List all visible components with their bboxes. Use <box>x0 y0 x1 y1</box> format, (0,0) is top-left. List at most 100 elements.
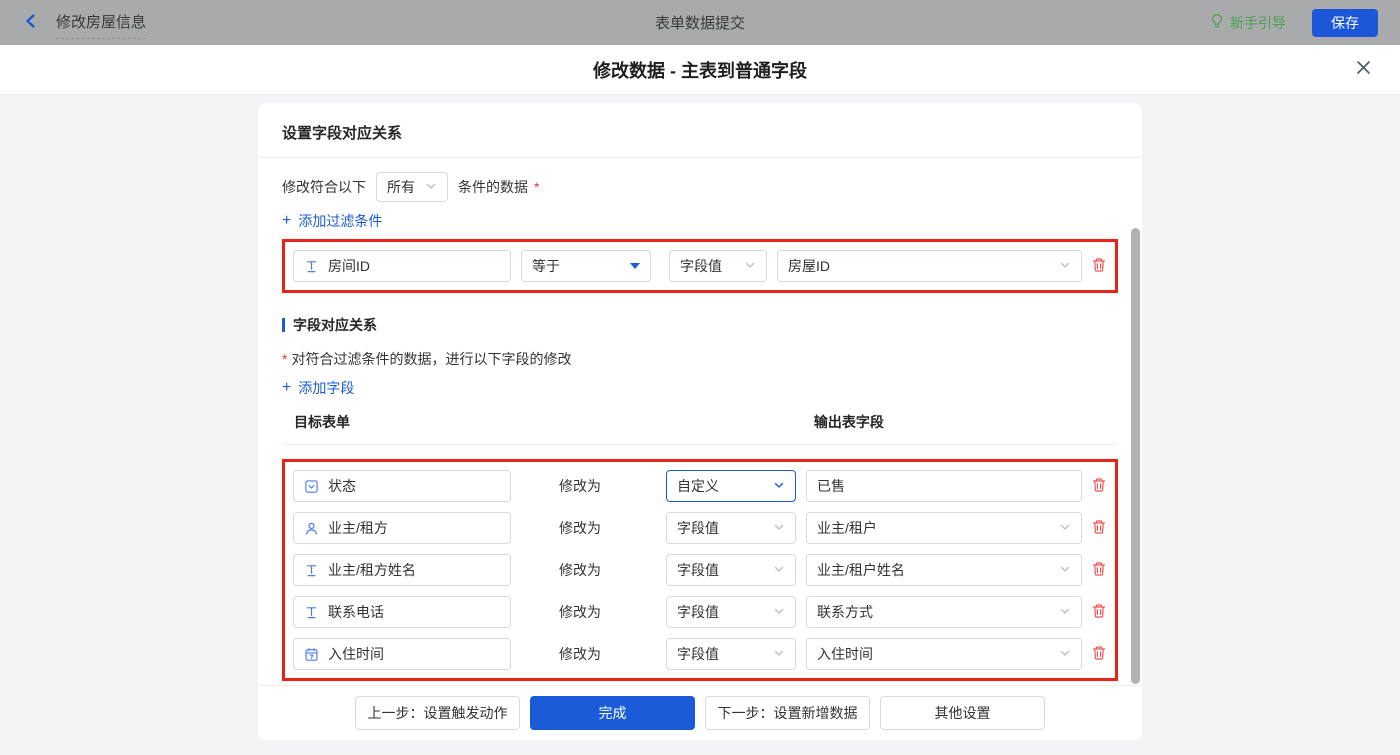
output-field-select[interactable]: 业主/租户姓名 <box>806 554 1082 586</box>
other-settings-button[interactable]: 其他设置 <box>880 696 1045 730</box>
delete-row-button[interactable] <box>1091 561 1107 580</box>
mapping-row: 业主/租方姓名 修改为 字段值 业主/租户姓名 <box>293 554 1107 586</box>
beginner-guide-label: 新手引导 <box>1230 13 1286 33</box>
done-button[interactable]: 完成 <box>530 696 695 730</box>
target-field-label: 业主/租方姓名 <box>328 560 416 580</box>
card-section-title: 设置字段对应关系 <box>258 103 1142 158</box>
text-field-icon <box>304 563 319 578</box>
chevron-down-icon <box>773 604 785 620</box>
mapping-highlight-box: 状态 修改为 自定义 已售 <box>282 459 1118 681</box>
delete-row-button[interactable] <box>1091 477 1107 496</box>
chevron-down-icon <box>1059 604 1071 620</box>
mapping-section-header: 字段对应关系 <box>282 315 1118 335</box>
trash-icon <box>1091 477 1107 496</box>
chevron-down-icon <box>773 478 785 494</box>
mapping-row: 联系电话 修改为 字段值 联系方式 <box>293 596 1107 628</box>
scrollbar-thumb[interactable] <box>1131 228 1140 684</box>
required-mark: * <box>534 179 539 195</box>
top-navbar: 修改房屋信息 表单数据提交 新手引导 保存 <box>0 0 1400 45</box>
match-suffix-label: 条件的数据 <box>458 177 528 197</box>
output-field-select[interactable]: 入住时间 <box>806 638 1082 670</box>
modify-to-label: 修改为 <box>559 644 601 664</box>
target-field-box[interactable]: 入住时间 <box>293 638 511 670</box>
save-button[interactable]: 保存 <box>1312 9 1378 37</box>
delete-condition-button[interactable] <box>1091 257 1107 276</box>
filter-value-type-select[interactable]: 字段值 <box>669 250 767 282</box>
value-type-select[interactable]: 字段值 <box>666 638 796 670</box>
value-type-select[interactable]: 自定义 <box>666 470 796 502</box>
chevron-down-icon <box>744 258 756 274</box>
target-field-box[interactable]: 业主/租方姓名 <box>293 554 511 586</box>
value-type-select[interactable]: 字段值 <box>666 512 796 544</box>
back-button[interactable] <box>22 12 40 33</box>
caret-down-icon <box>630 263 640 269</box>
chevron-down-icon <box>425 179 437 195</box>
chevron-down-icon <box>1059 258 1071 274</box>
modify-to-label: 修改为 <box>559 560 601 580</box>
text-field-icon <box>304 605 319 620</box>
prev-step-button[interactable]: 上一步：设置触发动作 <box>355 696 520 730</box>
match-condition-row: 修改符合以下 所有 条件的数据 * <box>282 172 1118 202</box>
output-field-select[interactable]: 业主/租户 <box>806 512 1082 544</box>
plus-icon: + <box>282 213 291 229</box>
match-type-select[interactable]: 所有 <box>376 172 448 202</box>
page-title: 表单数据提交 <box>655 12 745 33</box>
flow-title[interactable]: 修改房屋信息 <box>56 13 146 39</box>
trash-icon <box>1091 519 1107 538</box>
target-field-box[interactable]: 业主/租方 <box>293 512 511 544</box>
output-field-select[interactable]: 联系方式 <box>806 596 1082 628</box>
plus-icon: + <box>282 380 291 396</box>
card-footer: 上一步：设置触发动作 完成 下一步：设置新增数据 其他设置 <box>258 685 1142 740</box>
mapping-column-headers: 目标表单 输出表字段 <box>282 412 1118 445</box>
trash-icon <box>1091 603 1107 622</box>
close-button[interactable] <box>1352 58 1374 80</box>
required-mark: * <box>282 351 287 367</box>
mapping-description: *对符合过滤条件的数据，进行以下字段的修改 <box>282 349 1118 369</box>
filter-condition-row: 房间ID 等于 字段值 房屋ID <box>293 250 1107 282</box>
mapping-row: 业主/租方 修改为 字段值 业主/租户 <box>293 512 1107 544</box>
delete-row-button[interactable] <box>1091 603 1107 622</box>
operator-select[interactable]: 等于 <box>521 250 651 282</box>
chevron-down-icon <box>773 646 785 662</box>
modify-to-label: 修改为 <box>559 602 601 622</box>
person-icon <box>304 521 319 536</box>
beginner-guide-link[interactable]: 新手引导 <box>1209 13 1286 33</box>
target-field-box[interactable]: 联系电话 <box>293 596 511 628</box>
filter-field-label: 房间ID <box>328 256 370 276</box>
close-icon <box>1355 59 1372 79</box>
chevron-down-icon <box>773 562 785 578</box>
target-field-label: 入住时间 <box>328 644 384 664</box>
value-type-select[interactable]: 字段值 <box>666 596 796 628</box>
delete-row-button[interactable] <box>1091 645 1107 664</box>
trash-icon <box>1091 645 1107 664</box>
column-target-form: 目标表单 <box>294 412 810 432</box>
filter-field-box[interactable]: 房间ID <box>293 250 511 282</box>
chevron-down-icon <box>773 520 785 536</box>
trash-icon <box>1091 561 1107 580</box>
trash-icon <box>1091 257 1107 276</box>
dialog-header: 修改数据 - 主表到普通字段 <box>0 45 1400 95</box>
filter-condition-highlight-box: 房间ID 等于 字段值 房屋ID <box>282 239 1118 293</box>
delete-row-button[interactable] <box>1091 519 1107 538</box>
target-field-label: 联系电话 <box>328 602 384 622</box>
card-content: 修改符合以下 所有 条件的数据 * + 添加过滤条件 <box>258 158 1142 685</box>
target-field-label: 状态 <box>328 476 356 496</box>
next-step-button[interactable]: 下一步：设置新增数据 <box>705 696 870 730</box>
filter-value-field-select[interactable]: 房屋ID <box>777 250 1082 282</box>
dialog-title: 修改数据 - 主表到普通字段 <box>593 57 807 83</box>
add-field-link[interactable]: + 添加字段 <box>282 378 354 398</box>
add-filter-condition-link[interactable]: + 添加过滤条件 <box>282 211 382 231</box>
value-type-select[interactable]: 字段值 <box>666 554 796 586</box>
modify-to-label: 修改为 <box>559 518 601 538</box>
target-field-label: 业主/租方 <box>328 518 388 538</box>
lightbulb-icon <box>1209 13 1225 32</box>
match-prefix-label: 修改符合以下 <box>282 177 366 197</box>
add-filter-condition-label: 添加过滤条件 <box>298 211 382 231</box>
text-field-icon <box>304 259 319 274</box>
dialog-body: 设置字段对应关系 修改符合以下 所有 条件的数据 * + 添加过滤条件 <box>0 103 1400 755</box>
section-accent-bar <box>282 318 285 332</box>
chevron-down-icon <box>1059 646 1071 662</box>
target-field-box[interactable]: 状态 <box>293 470 511 502</box>
chevron-down-icon <box>1059 562 1071 578</box>
output-value-input[interactable]: 已售 <box>806 470 1082 502</box>
